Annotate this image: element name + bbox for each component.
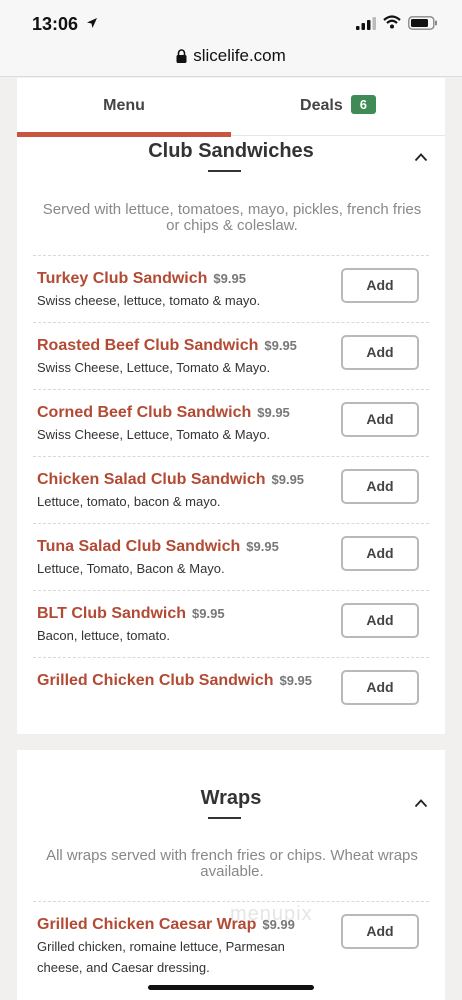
menu-item: Roasted Beef Club Sandwich $9.95 Swiss Ch… xyxy=(33,322,429,389)
add-button[interactable]: Add xyxy=(341,402,419,437)
add-button[interactable]: Add xyxy=(341,536,419,571)
tab-menu-label: Menu xyxy=(103,97,145,114)
menu-item: Turkey Club Sandwich $9.95 Swiss cheese, … xyxy=(33,255,429,322)
chevron-up-icon[interactable] xyxy=(414,798,428,808)
item-name: Corned Beef Club Sandwich $9.95 xyxy=(37,404,290,422)
item-title: Corned Beef Club Sandwich xyxy=(37,404,252,421)
menu-item: BLT Club Sandwich $9.95 Bacon, lettuce, t… xyxy=(33,590,429,657)
status-bar: 13:06 xyxy=(0,0,462,44)
location-arrow-icon xyxy=(87,18,97,28)
lock-icon xyxy=(176,49,187,63)
add-button[interactable]: Add xyxy=(341,670,419,705)
item-title: BLT Club Sandwich xyxy=(37,605,187,622)
chevron-up-icon[interactable] xyxy=(414,152,428,162)
tab-deals[interactable]: Deals 6 xyxy=(231,78,445,136)
deals-count-badge: 6 xyxy=(350,95,376,114)
item-description: Lettuce, Tomato, Bacon & Mayo. xyxy=(37,561,225,576)
home-indicator xyxy=(148,985,314,990)
title-divider xyxy=(208,817,241,819)
item-price: $9.95 xyxy=(264,338,297,353)
add-button[interactable]: Add xyxy=(341,268,419,303)
tab-menu[interactable]: Menu xyxy=(17,78,231,137)
wraps-card: Wraps All wraps served with french fries… xyxy=(17,750,445,1000)
add-button[interactable]: Add xyxy=(341,914,419,949)
section-description: Served with lettuce, tomatoes, mayo, pic… xyxy=(42,201,422,234)
item-price: $9.95 xyxy=(213,271,246,286)
menu-item: Corned Beef Club Sandwich $9.95 Swiss Che… xyxy=(33,389,429,456)
item-price: $9.95 xyxy=(192,606,225,621)
section-title: Club Sandwiches xyxy=(148,140,314,162)
section-title: Wraps xyxy=(200,787,262,809)
tab-bar: Menu Deals 6 xyxy=(17,78,445,137)
menu-item: Chicken Salad Club Sandwich $9.95 Lettuce… xyxy=(33,456,429,523)
url-display[interactable]: slicelife.com xyxy=(0,46,462,66)
status-time: 13:06 xyxy=(32,14,79,34)
item-price: $9.95 xyxy=(279,673,313,688)
add-button[interactable]: Add xyxy=(341,603,419,638)
item-name: Tuna Salad Club Sandwich $9.95 xyxy=(37,538,279,556)
item-title: Turkey Club Sandwich xyxy=(37,270,208,287)
url-text: slicelife.com xyxy=(193,46,286,65)
add-button[interactable]: Add xyxy=(341,335,419,370)
battery-icon xyxy=(408,16,437,30)
section-description: All wraps served with french fries or ch… xyxy=(46,847,418,880)
cellular-signal-icon xyxy=(356,17,376,30)
item-name: Roasted Beef Club Sandwich $9.95 xyxy=(37,337,297,355)
item-name: BLT Club Sandwich $9.95 xyxy=(37,605,225,623)
browser-url-bar[interactable]: slicelife.com xyxy=(0,44,462,77)
item-name: Grilled Chicken Club Sandwich $9.95 xyxy=(37,672,312,690)
item-title: Grilled Chicken Caesar Wrap xyxy=(37,916,257,933)
menu-card: Menu Deals 6 Club Sandwiches Served with … xyxy=(17,78,445,734)
watermark: menupix xyxy=(230,903,313,925)
item-description: Swiss Cheese, Lettuce, Tomato & Mayo. xyxy=(37,427,271,442)
item-name: Chicken Salad Club Sandwich $9.95 xyxy=(37,471,304,489)
item-price: $9.95 xyxy=(257,405,290,420)
item-title: Grilled Chicken Club Sandwich xyxy=(37,672,274,689)
add-button[interactable]: Add xyxy=(341,469,419,504)
item-title: Roasted Beef Club Sandwich xyxy=(37,337,259,354)
title-divider xyxy=(208,170,241,172)
item-description: Swiss cheese, lettuce, tomato & mayo. xyxy=(37,293,261,308)
item-description: Swiss Cheese, Lettuce, Tomato & Mayo. xyxy=(37,360,271,375)
menu-item: Tuna Salad Club Sandwich $9.95 Lettuce, T… xyxy=(33,523,429,590)
wifi-icon xyxy=(383,15,401,29)
item-description: Bacon, lettuce, tomato. xyxy=(37,628,170,643)
item-price: $9.95 xyxy=(271,472,305,487)
tab-deals-label: Deals xyxy=(300,97,343,114)
item-title: Chicken Salad Club Sandwich xyxy=(37,471,266,488)
item-price: $9.95 xyxy=(246,539,279,554)
item-description: Lettuce, tomato, bacon & mayo. xyxy=(37,494,221,509)
item-title: Tuna Salad Club Sandwich xyxy=(37,538,241,555)
item-name: Turkey Club Sandwich $9.95 xyxy=(37,270,246,288)
active-tab-indicator xyxy=(17,132,231,137)
menu-item: Grilled Chicken Club Sandwich $9.95 Add xyxy=(33,657,429,724)
item-description: Grilled chicken, romaine lettuce, Parmes… xyxy=(37,939,285,975)
